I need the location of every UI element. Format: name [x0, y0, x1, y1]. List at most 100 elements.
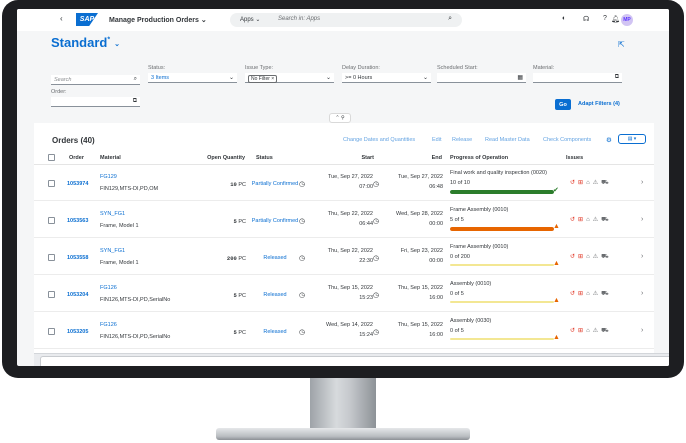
material-link[interactable]: FG129 — [100, 174, 117, 180]
quality-icon[interactable]: ⚠ — [593, 180, 601, 186]
delay-icon[interactable]: ↺ — [570, 291, 578, 297]
quality-icon[interactable]: ⚠ — [593, 328, 601, 334]
table-row[interactable]: 1053204 FG126 FIN126,MTS-DI,PD,SerialNo 5 P… — [34, 276, 654, 312]
hierarchy-icon[interactable]: ⊞ — [578, 180, 586, 186]
tag-icon[interactable]: ⌂ — [586, 328, 593, 334]
material-link[interactable]: FG126 — [100, 285, 117, 291]
col-progress[interactable]: Progress of Operation — [450, 155, 508, 161]
order-link[interactable]: 1053204 — [67, 292, 88, 298]
delay-icon[interactable]: ↺ — [570, 180, 578, 186]
status-filter[interactable]: 3 Items ⌄ — [148, 73, 237, 83]
tag-icon[interactable]: ⌂ — [586, 180, 593, 186]
export-menu-button[interactable]: ▤ ▾ — [618, 134, 646, 144]
table-row[interactable]: 1053974 FG129 FIN129,MTS-DI,PD,OM 10 PC Part… — [34, 165, 654, 201]
issue-icons[interactable]: ↺⊞⌂⚠⛟ — [570, 327, 612, 335]
chevron-down-icon[interactable]: ⌄ — [229, 74, 234, 81]
hierarchy-icon[interactable]: ⊞ — [578, 328, 586, 334]
settings-icon[interactable]: ⚙ — [606, 136, 612, 144]
table-row[interactable]: 1053558 SYN_FG1 Frame, Model 1 200 PC Releas… — [34, 239, 654, 275]
row-checkbox[interactable] — [48, 217, 55, 224]
release-button[interactable]: Release — [452, 137, 472, 143]
delay-icon[interactable]: ↺ — [570, 254, 578, 260]
hierarchy-icon[interactable]: ⊞ — [578, 291, 586, 297]
change-dates-button[interactable]: Change Dates and Quantities — [343, 137, 415, 143]
calendar-icon[interactable]: ▦ — [517, 74, 523, 81]
col-issues[interactable]: Issues — [566, 155, 583, 161]
truck-icon[interactable]: ⛟ — [601, 217, 612, 223]
col-open-quantity[interactable]: Open Quantity — [183, 155, 245, 161]
quality-icon[interactable]: ⚠ — [593, 291, 601, 297]
collapse-header-button[interactable]: ⌃ ⚲ — [329, 113, 351, 123]
share-icon[interactable]: ⇱ — [618, 40, 625, 49]
value-help-icon[interactable]: ⧉ — [133, 98, 137, 105]
delay-icon[interactable]: ↺ — [570, 217, 578, 223]
chevron-right-icon[interactable]: › — [641, 327, 643, 334]
quality-icon[interactable]: ⚠ — [593, 254, 601, 260]
order-filter[interactable]: ⧉ — [51, 97, 140, 107]
row-checkbox[interactable] — [48, 328, 55, 335]
col-end[interactable]: End — [389, 155, 442, 161]
row-checkbox[interactable] — [48, 180, 55, 187]
chevron-right-icon[interactable]: › — [641, 253, 643, 260]
order-link[interactable]: 1053974 — [67, 181, 88, 187]
truck-icon[interactable]: ⛟ — [601, 180, 612, 186]
order-link[interactable]: 1053563 — [67, 218, 88, 224]
tag-icon[interactable]: ⌂ — [586, 254, 593, 260]
joule-icon[interactable]: ◐ — [562, 15, 566, 22]
material-link[interactable]: SYN_FG1 — [100, 211, 125, 217]
hierarchy-icon[interactable]: ⊞ — [578, 254, 586, 260]
back-icon[interactable]: ‹ — [60, 14, 63, 23]
read-master-data-button[interactable]: Read Master Data — [485, 137, 530, 143]
search-icon[interactable]: ⌕ — [448, 15, 452, 23]
col-status[interactable]: Status — [256, 155, 273, 161]
row-checkbox[interactable] — [48, 291, 55, 298]
app-title[interactable]: Manage Production Orders ⌄ — [109, 16, 207, 24]
material-link[interactable]: SYN_FG1 — [100, 248, 125, 254]
avatar[interactable]: MP — [621, 14, 633, 26]
delay-duration-filter[interactable]: >= 0 Hours ⌄ — [342, 73, 431, 83]
tag-icon[interactable]: ⌂ — [586, 217, 593, 223]
table-row[interactable]: 1053205 FG126 FIN126,MTS-DI,PD,SerialNo 5 P… — [34, 313, 654, 349]
col-material[interactable]: Material — [100, 155, 121, 161]
value-help-icon[interactable]: ⧉ — [615, 74, 619, 81]
issue-type-filter[interactable]: No Filter × ⌄ — [245, 73, 334, 83]
shell-search[interactable]: Apps ⌄ Search in: Apps ⌕ — [230, 13, 462, 27]
chevron-right-icon[interactable]: › — [641, 290, 643, 297]
material-filter[interactable]: ⧉ — [533, 73, 622, 83]
go-button[interactable]: Go — [555, 99, 571, 110]
order-link[interactable]: 1053205 — [67, 329, 88, 335]
truck-icon[interactable]: ⛟ — [601, 328, 612, 334]
scheduled-start-filter[interactable]: ▦ — [437, 73, 526, 83]
chevron-down-icon[interactable]: ⌄ — [326, 74, 331, 81]
notification-icon[interactable]: 🔔︎ — [611, 15, 620, 23]
row-checkbox[interactable] — [48, 254, 55, 261]
issue-icons[interactable]: ↺⊞⌂⚠⛟ — [570, 179, 612, 187]
search-scope-select[interactable]: Apps ⌄ — [240, 16, 260, 23]
search-input[interactable]: Search in: Apps — [278, 16, 320, 22]
col-order[interactable]: Order — [69, 155, 84, 161]
col-start[interactable]: Start — [322, 155, 374, 161]
truck-icon[interactable]: ⛟ — [601, 291, 612, 297]
chevron-right-icon[interactable]: › — [641, 216, 643, 223]
quality-icon[interactable]: ⚠ — [593, 217, 601, 223]
edit-button[interactable]: Edit — [432, 137, 441, 143]
headset-icon[interactable]: ☊ — [583, 15, 589, 23]
table-row[interactable]: 1053563 SYN_FG1 Frame, Model 15 PC Partiall… — [34, 202, 654, 238]
delay-icon[interactable]: ↺ — [570, 328, 578, 334]
chevron-right-icon[interactable]: › — [641, 179, 643, 186]
issue-icons[interactable]: ↺⊞⌂⚠⛟ — [570, 216, 612, 224]
variant-selector[interactable]: Standard*⌄ — [51, 35, 120, 50]
material-link[interactable]: FG126 — [100, 322, 117, 328]
search-field[interactable]: Search ⌕ — [51, 75, 140, 85]
search-icon[interactable]: ⌕ — [134, 76, 137, 83]
sap-logo[interactable]: SAP — [76, 13, 98, 26]
order-link[interactable]: 1053558 — [67, 255, 88, 261]
select-all-checkbox[interactable] — [48, 154, 55, 161]
chevron-down-icon[interactable]: ⌄ — [423, 74, 428, 81]
issue-icons[interactable]: ↺⊞⌂⚠⛟ — [570, 253, 612, 261]
issue-icons[interactable]: ↺⊞⌂⚠⛟ — [570, 290, 612, 298]
help-icon[interactable]: ? — [603, 15, 607, 22]
truck-icon[interactable]: ⛟ — [601, 254, 612, 260]
adapt-filters-button[interactable]: Adapt Filters (4) — [578, 101, 620, 107]
tag-icon[interactable]: ⌂ — [586, 291, 593, 297]
